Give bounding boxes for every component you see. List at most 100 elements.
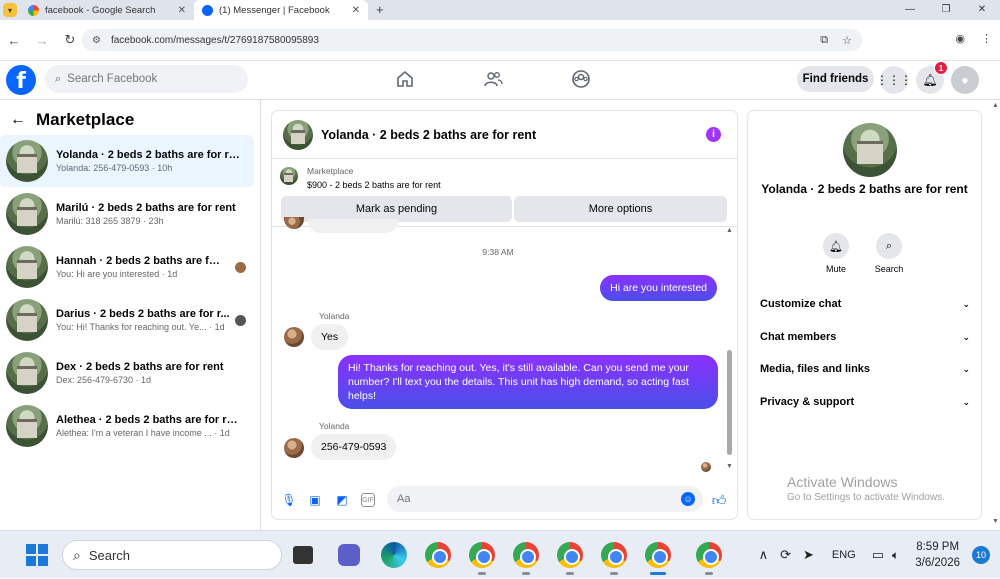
facebook-search-box[interactable]: ⌕ — [45, 65, 248, 93]
new-tab-button[interactable]: + — [376, 0, 384, 20]
groups-icon[interactable] — [571, 69, 591, 89]
message-input-box[interactable]: ☺ — [387, 486, 703, 512]
privacy-support-row[interactable]: Privacy & support ⌄ — [760, 396, 970, 408]
scroll-down-icon[interactable]: ▼ — [726, 463, 733, 470]
customize-chat-row[interactable]: Customize chat ⌄ — [760, 298, 970, 310]
conversation-name: Dex · 2 beds 2 baths are for rent — [56, 361, 224, 373]
maximize-icon[interactable]: ❐ — [928, 0, 964, 20]
info-icon[interactable]: i — [706, 127, 721, 142]
scrollbar-thumb[interactable] — [727, 350, 732, 455]
message-scrollbar[interactable]: ▲ ▼ — [724, 227, 734, 473]
minimize-icon[interactable]: — — [892, 0, 928, 20]
running-indicator — [522, 572, 530, 575]
mute-button[interactable]: 🔔︎ Mute — [811, 233, 861, 274]
page-scrollbar[interactable]: ▲ ▼ — [990, 100, 1000, 530]
sender-name: Yolanda — [319, 311, 350, 321]
scroll-down-icon[interactable]: ▼ — [992, 518, 999, 525]
bookmark-star-icon[interactable]: ☆ — [842, 34, 852, 47]
media-files-links-row[interactable]: Media, files and links ⌄ — [760, 363, 970, 375]
conversation-item[interactable]: Marilú · 2 beds 2 baths are for rent Mari… — [0, 188, 254, 240]
forward-icon[interactable]: → — [28, 33, 56, 48]
gif-icon[interactable]: GIF — [361, 493, 375, 507]
facebook-logo[interactable]: f — [6, 65, 36, 95]
message-input[interactable] — [397, 493, 667, 505]
conversation-item[interactable]: Alethea · 2 beds 2 baths are for rent Ale… — [0, 400, 254, 452]
microphone-icon[interactable]: 🎙︎ — [281, 493, 296, 507]
chat-members-row[interactable]: Chat members ⌄ — [760, 331, 970, 343]
facebook-search-input[interactable] — [67, 73, 228, 85]
chrome-profile-icon[interactable] — [696, 542, 722, 568]
chrome-profile-icon-active[interactable] — [645, 542, 671, 568]
active-indicator — [650, 572, 666, 575]
chat-panel: Yolanda · 2 beds 2 baths are for rent i … — [272, 111, 737, 519]
outgoing-message[interactable]: Hi are you interested — [600, 275, 717, 301]
location-icon[interactable]: ➤ — [803, 547, 814, 563]
conversation-item[interactable]: Dex · 2 beds 2 baths are for rent Dex: 25… — [0, 347, 254, 399]
listing-thumbnail[interactable] — [283, 119, 313, 150]
sender-name: Yolanda — [319, 421, 350, 431]
chrome-profile-icon[interactable] — [601, 542, 627, 568]
listing-thumbnail[interactable] — [843, 123, 897, 177]
chat-title[interactable]: Yolanda · 2 beds 2 baths are for rent — [321, 128, 536, 142]
more-options-button[interactable]: More options — [514, 196, 727, 222]
search-conversation-button[interactable]: ⌕ Search — [864, 233, 914, 274]
bell-icon: 🔔︎ — [922, 73, 938, 87]
chevron-down-icon: ⌄ — [962, 298, 970, 309]
sticker-icon[interactable]: ◩ — [335, 493, 349, 507]
volume-icon[interactable]: 🔈︎ — [892, 548, 899, 563]
taskbar-search-box[interactable]: ⌕ Search — [62, 540, 282, 570]
back-arrow-icon[interactable]: ← — [10, 111, 26, 129]
system-clock[interactable]: 8:59 PM 3/6/2026 — [915, 539, 960, 571]
chrome-icon[interactable] — [425, 542, 451, 568]
incoming-message[interactable]: Yes — [311, 324, 349, 350]
reload-icon[interactable]: ↻ — [56, 32, 84, 48]
account-button[interactable]: ● — [951, 66, 979, 94]
edge-icon[interactable] — [381, 542, 407, 568]
site-info-icon[interactable]: ⚙ — [92, 35, 101, 46]
conversation-item[interactable]: Yolanda · 2 beds 2 baths are for rent Yol… — [0, 135, 254, 187]
listing-thumbnail — [6, 246, 48, 288]
chrome-profile-icon[interactable] — [557, 542, 583, 568]
windows-start-icon[interactable] — [26, 544, 48, 566]
network-icon[interactable]: ▭ — [872, 547, 884, 563]
chat-header: Yolanda · 2 beds 2 baths are for rent i — [272, 111, 737, 159]
chrome-profile-icon[interactable] — [469, 542, 495, 568]
listing-thumbnail[interactable] — [280, 167, 298, 185]
photo-icon[interactable]: ▣ — [308, 493, 322, 507]
conversation-item[interactable]: Hannah · 2 beds 2 baths are for ... You: … — [0, 241, 254, 293]
profile-icon[interactable]: ◉ — [955, 32, 965, 45]
outgoing-message[interactable]: Hi! Thanks for reaching out. Yes, it's s… — [338, 355, 718, 409]
listing-price[interactable]: $900 - 2 beds 2 baths are for rent — [307, 180, 441, 190]
language-indicator[interactable]: ENG — [832, 549, 856, 561]
chevron-up-icon[interactable]: ∧ — [759, 547, 769, 563]
close-icon[interactable]: ✕ — [352, 5, 360, 16]
contact-avatar[interactable] — [284, 327, 304, 347]
url-field[interactable]: ⚙ facebook.com/messages/t/27691875800958… — [82, 29, 862, 51]
back-icon[interactable]: ← — [0, 33, 28, 48]
browser-tab-messenger[interactable]: (1) Messenger | Facebook ✕ — [194, 0, 368, 20]
menu-button[interactable]: ⋮⋮⋮ — [876, 66, 912, 94]
thumbs-up-icon[interactable]: 👍︎ — [712, 492, 727, 508]
chrome-profile-icon[interactable] — [513, 542, 539, 568]
browser-menu-icon[interactable]: ⋮ — [981, 32, 992, 45]
contact-avatar[interactable] — [284, 438, 304, 458]
teams-icon[interactable] — [338, 544, 360, 566]
close-window-icon[interactable]: ✕ — [964, 0, 1000, 20]
scroll-up-icon[interactable]: ▲ — [726, 227, 733, 234]
task-view-icon[interactable] — [293, 546, 313, 564]
sync-icon[interactable]: ⟳ — [780, 547, 791, 563]
home-icon[interactable] — [395, 69, 415, 89]
emoji-icon[interactable]: ☺ — [681, 492, 695, 506]
incoming-message[interactable]: 256-479-0593 — [311, 434, 397, 460]
tab-search-button[interactable]: ▾ — [0, 0, 20, 20]
notification-center-badge[interactable]: 10 — [972, 546, 990, 564]
browser-tab-google[interactable]: facebook - Google Search ✕ — [20, 0, 194, 20]
install-app-icon[interactable]: ⧉ — [820, 34, 828, 47]
friends-icon[interactable] — [483, 69, 503, 89]
close-icon[interactable]: ✕ — [178, 5, 186, 16]
find-friends-button[interactable]: Find friends — [797, 66, 874, 92]
chevron-down-icon: ⌄ — [962, 396, 970, 407]
facebook-icon: f — [16, 69, 26, 94]
scroll-up-icon[interactable]: ▲ — [992, 102, 999, 109]
conversation-item[interactable]: Darius · 2 beds 2 baths are for r... You:… — [0, 294, 254, 346]
